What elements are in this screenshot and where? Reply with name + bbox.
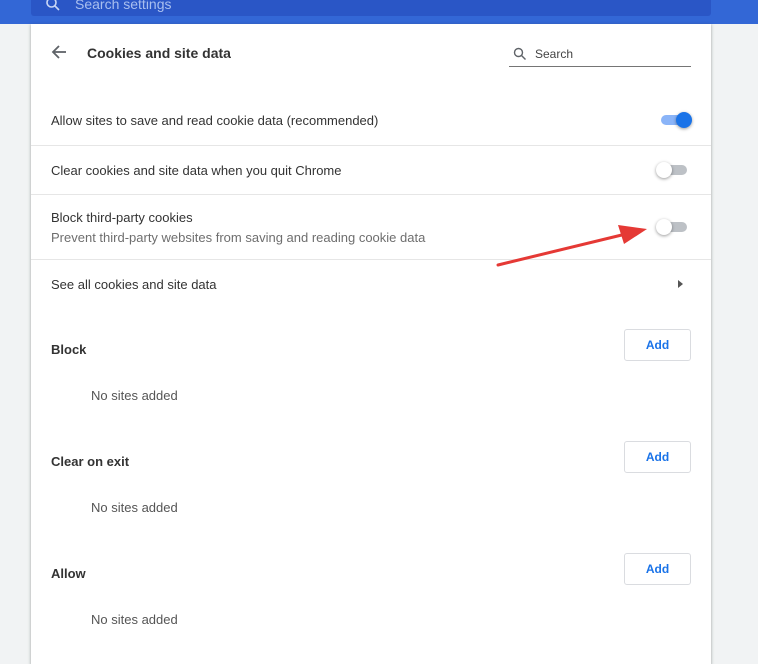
search-icon: [46, 0, 60, 11]
toggle-knob: [676, 112, 692, 128]
block-third-party-toggle[interactable]: [656, 219, 690, 235]
setting-label: Block third-party cookies: [51, 210, 193, 225]
setting-row-block-third-party: Block third-party cookies Prevent third-…: [31, 194, 711, 260]
allow-add-button[interactable]: Add: [624, 553, 691, 585]
page-title: Cookies and site data: [87, 45, 231, 61]
toggle-knob: [656, 219, 672, 235]
caret-right-icon: [678, 280, 683, 288]
setting-row-clear-on-quit: Clear cookies and site data when you qui…: [31, 145, 711, 194]
setting-label: See all cookies and site data: [51, 277, 217, 292]
settings-card: Cookies and site data Allow sites to sav…: [31, 24, 711, 664]
clear-on-exit-empty-text: No sites added: [91, 500, 178, 515]
allow-cookies-toggle[interactable]: [658, 112, 692, 128]
section-title-block: Block: [51, 342, 87, 357]
search-input[interactable]: [533, 46, 687, 62]
setting-sublabel: Prevent third-party websites from saving…: [51, 230, 426, 245]
settings-search-text: Search settings: [75, 0, 172, 12]
allow-empty-text: No sites added: [91, 612, 178, 627]
clear-on-quit-toggle[interactable]: [656, 162, 690, 178]
block-add-button[interactable]: Add: [624, 329, 691, 361]
settings-search-bar[interactable]: Search settings: [31, 0, 711, 16]
block-empty-text: No sites added: [91, 388, 178, 403]
page-header: Cookies and site data: [31, 24, 711, 82]
setting-label: Clear cookies and site data when you qui…: [51, 163, 342, 178]
top-toolbar: Search settings: [0, 0, 758, 24]
setting-label: Allow sites to save and read cookie data…: [51, 113, 379, 128]
clear-on-exit-add-button[interactable]: Add: [624, 441, 691, 473]
see-all-cookies-row[interactable]: See all cookies and site data: [31, 259, 711, 308]
setting-row-allow-cookies: Allow sites to save and read cookie data…: [31, 96, 711, 144]
section-title-clear-on-exit: Clear on exit: [51, 454, 130, 469]
section-title-allow: Allow: [51, 566, 86, 581]
search-icon: [513, 47, 526, 60]
toggle-knob: [656, 162, 672, 178]
page-search: [509, 42, 691, 67]
arrow-left-icon[interactable]: [49, 42, 69, 62]
